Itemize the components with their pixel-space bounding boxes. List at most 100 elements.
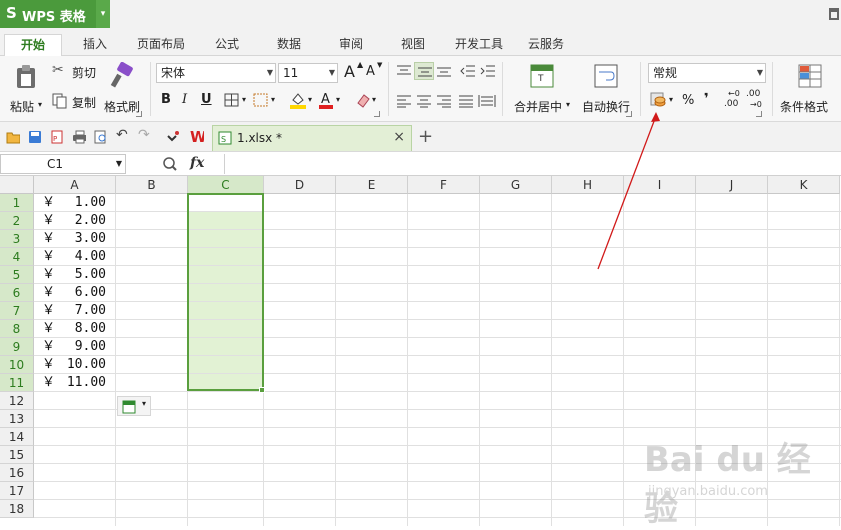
fill-color-icon[interactable] xyxy=(289,91,307,109)
percent-style-button[interactable]: % xyxy=(682,93,694,108)
column-header-d[interactable]: D xyxy=(264,176,336,194)
formula-input[interactable] xyxy=(224,154,841,174)
cell-a6[interactable]: ￥ 6.00 xyxy=(34,284,116,302)
column-header-a[interactable]: A xyxy=(34,176,116,194)
row-header-3[interactable]: 3 xyxy=(0,230,34,248)
merge-dropdown-icon[interactable]: ▾ xyxy=(566,100,570,109)
close-tab-icon[interactable]: × xyxy=(393,129,405,145)
tab-data[interactable]: 数据 xyxy=(268,34,310,56)
clear-format-dropdown-icon[interactable]: ▾ xyxy=(372,95,376,104)
cell-style-dropdown-icon[interactable]: ▾ xyxy=(271,95,275,104)
zoom-search-icon[interactable] xyxy=(162,156,178,172)
insert-function-button[interactable]: fx xyxy=(190,155,204,171)
fill-color-dropdown-icon[interactable]: ▾ xyxy=(308,95,312,104)
align-center-icon[interactable] xyxy=(416,94,432,108)
row-header-17[interactable]: 17 xyxy=(0,482,34,500)
italic-button[interactable]: I xyxy=(182,92,187,107)
column-header-g[interactable]: G xyxy=(480,176,552,194)
column-header-h[interactable]: H xyxy=(552,176,624,194)
borders-icon[interactable] xyxy=(224,93,240,107)
cut-button[interactable]: ✂ 剪切 xyxy=(52,62,102,80)
tab-developer[interactable]: 开发工具 xyxy=(450,34,508,56)
tab-insert[interactable]: 插入 xyxy=(74,34,116,56)
name-box[interactable]: C1 ▼ xyxy=(0,154,126,174)
cell-a2[interactable]: ￥ 2.00 xyxy=(34,212,116,230)
row-header-9[interactable]: 9 xyxy=(0,338,34,356)
column-header-c[interactable]: C xyxy=(188,176,264,194)
column-header-j[interactable]: J xyxy=(696,176,768,194)
format-painter-button[interactable]: 格式刷 xyxy=(104,62,144,118)
cell-a9[interactable]: ￥ 9.00 xyxy=(34,338,116,356)
tab-formulas[interactable]: 公式 xyxy=(206,34,248,56)
merge-center-button[interactable]: T 合并居中 ▾ xyxy=(510,62,574,118)
tab-home[interactable]: 开始 xyxy=(4,34,62,56)
comma-style-button[interactable]: ❜ xyxy=(704,91,709,107)
align-right-icon[interactable] xyxy=(436,94,452,108)
justify-icon[interactable] xyxy=(458,94,474,108)
print-preview-icon[interactable] xyxy=(94,130,108,144)
alignment-dialog-launcher[interactable] xyxy=(626,111,632,117)
font-size-select[interactable]: 11 ▼ xyxy=(278,63,338,83)
align-left-icon[interactable] xyxy=(396,94,412,108)
cell-a8[interactable]: ￥ 8.00 xyxy=(34,320,116,338)
underline-button[interactable]: U xyxy=(201,92,212,107)
distributed-align-icon[interactable] xyxy=(478,94,496,108)
currency-dropdown-icon[interactable]: ▾ xyxy=(669,95,673,104)
wrap-text-button[interactable]: 自动换行 xyxy=(580,62,636,118)
paste-dropdown-icon[interactable]: ▾ xyxy=(38,100,42,109)
align-middle-button[interactable] xyxy=(414,62,434,80)
row-header-4[interactable]: 4 xyxy=(0,248,34,266)
number-dialog-launcher[interactable] xyxy=(756,111,762,117)
column-header-k[interactable]: K xyxy=(768,176,840,194)
cell-a10[interactable]: ￥ 10.00 xyxy=(34,356,116,374)
row-header-12[interactable]: 12 xyxy=(0,392,34,410)
row-header-8[interactable]: 8 xyxy=(0,320,34,338)
window-restore-icon[interactable] xyxy=(829,8,839,20)
clear-format-icon[interactable] xyxy=(354,91,372,109)
column-header-f[interactable]: F xyxy=(408,176,480,194)
app-menu-dropdown-icon[interactable]: ▾ xyxy=(96,0,110,28)
row-header-18[interactable]: 18 xyxy=(0,500,34,518)
print-icon[interactable] xyxy=(72,130,86,144)
cell-a4[interactable]: ￥ 4.00 xyxy=(34,248,116,266)
font-dialog-launcher[interactable] xyxy=(374,111,380,117)
cell-a1[interactable]: ￥ 1.00 xyxy=(34,194,116,212)
row-header-2[interactable]: 2 xyxy=(0,212,34,230)
font-name-select[interactable]: 宋体 ▼ xyxy=(156,63,276,83)
fill-handle[interactable] xyxy=(259,387,265,393)
align-top-icon[interactable] xyxy=(396,64,412,78)
decrease-decimal-button[interactable]: .00 →0 xyxy=(746,89,766,111)
clipboard-dialog-launcher[interactable] xyxy=(136,111,142,117)
row-header-5[interactable]: 5 xyxy=(0,266,34,284)
app-menu-button[interactable]: S WPS 表格 ▾ xyxy=(0,0,110,28)
increase-decimal-button[interactable]: ←0 .00 xyxy=(724,89,744,111)
wps-home-icon[interactable]: W xyxy=(190,128,204,142)
tab-review[interactable]: 审阅 xyxy=(330,34,372,56)
currency-format-icon[interactable] xyxy=(650,92,666,108)
customize-toolbar-icon[interactable] xyxy=(166,130,180,144)
row-header-13[interactable]: 13 xyxy=(0,410,34,428)
conditional-format-button[interactable]: 条件格式 xyxy=(778,62,841,118)
cell-style-icon[interactable] xyxy=(253,93,269,107)
row-header-14[interactable]: 14 xyxy=(0,428,34,446)
align-bottom-icon[interactable] xyxy=(436,64,452,78)
grow-font-button[interactable]: A xyxy=(344,62,355,81)
row-header-1[interactable]: 1 xyxy=(0,194,34,212)
number-format-select[interactable]: 常规 ▼ xyxy=(648,63,766,83)
cell-a3[interactable]: ￥ 3.00 xyxy=(34,230,116,248)
redo-icon[interactable]: ↷ xyxy=(138,127,152,143)
row-header-10[interactable]: 10 xyxy=(0,356,34,374)
undo-icon[interactable]: ↶ xyxy=(116,127,130,143)
select-all-corner[interactable] xyxy=(0,176,34,194)
cell-a7[interactable]: ￥ 7.00 xyxy=(34,302,116,320)
save-icon[interactable] xyxy=(28,130,42,144)
export-pdf-icon[interactable]: P xyxy=(50,130,64,144)
tab-view[interactable]: 视图 xyxy=(392,34,434,56)
column-header-b[interactable]: B xyxy=(116,176,188,194)
borders-dropdown-icon[interactable]: ▾ xyxy=(242,95,246,104)
font-color-icon[interactable]: A xyxy=(318,91,334,109)
column-header-e[interactable]: E xyxy=(336,176,408,194)
tab-cloud-services[interactable]: 云服务 xyxy=(522,34,570,56)
row-header-7[interactable]: 7 xyxy=(0,302,34,320)
paste-options-button[interactable]: ▾ xyxy=(117,396,151,416)
